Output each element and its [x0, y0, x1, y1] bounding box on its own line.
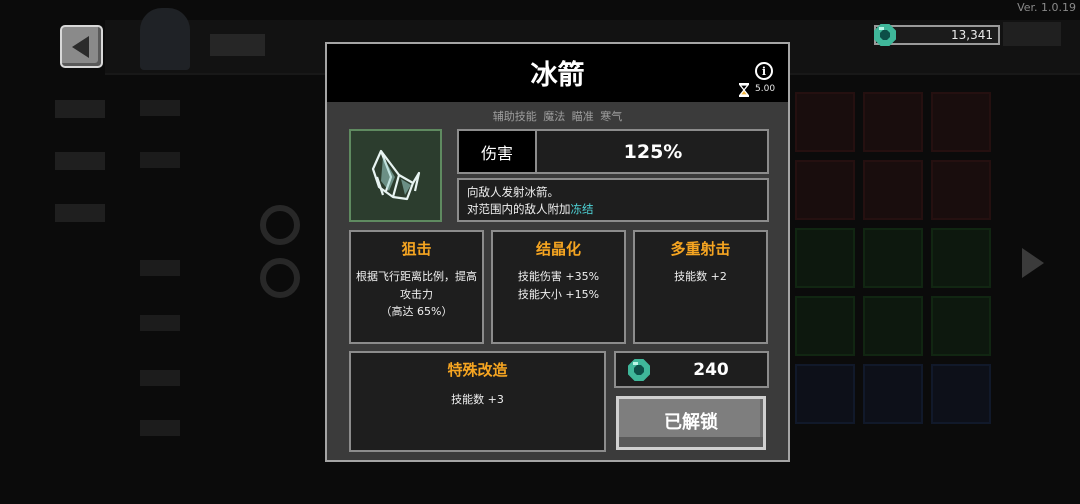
- modifier-card-multishot[interactable]: 多重射击 技能数 +2: [633, 230, 768, 344]
- unlocked-button[interactable]: 已解锁: [616, 396, 766, 450]
- skill-icon-frame: [349, 129, 442, 222]
- background-circle-icon: [260, 205, 300, 245]
- damage-value: 125%: [623, 140, 683, 163]
- background-stat: [140, 260, 180, 276]
- background-menu-item: [55, 100, 105, 118]
- modifier-description: 技能数 +2: [674, 270, 727, 283]
- damage-panel: 伤害 125%: [457, 129, 769, 174]
- modifier-title: 结晶化: [535, 240, 581, 258]
- background-skill-slot: [863, 364, 923, 424]
- background-skill-slot: [931, 296, 991, 356]
- background-skill-slot: [863, 228, 923, 288]
- modifier-description: 技能伤害 +35% 技能大小 +15%: [517, 270, 600, 301]
- background-skill-slot: [931, 160, 991, 220]
- freeze-keyword: 冻结: [570, 202, 594, 216]
- currency-amount: 13,341: [951, 28, 993, 42]
- background-skill-slot: [863, 160, 923, 220]
- skill-title: 冰箭: [530, 60, 585, 91]
- currency-display: 13,341: [874, 24, 1000, 46]
- back-button[interactable]: [60, 25, 103, 68]
- background-skill-slot: [795, 228, 855, 288]
- skill-detail-modal: 冰箭 i 5.00 辅助技能 魔法 瞄准 寒气 伤害 125% 向敌人发射冰箭。…: [325, 42, 790, 462]
- background-skill-slot: [795, 92, 855, 152]
- currency-bar-extension: [1003, 22, 1061, 46]
- background-skill-slot: [795, 364, 855, 424]
- modifier-card-crystallize[interactable]: 结晶化 技能伤害 +35% 技能大小 +15%: [491, 230, 626, 344]
- gem-icon: [874, 24, 896, 46]
- modifier-title: 狙击: [401, 240, 432, 258]
- background-stat: [140, 152, 180, 168]
- background-menu-item: [55, 204, 105, 222]
- background-next-arrow-icon: [1022, 248, 1044, 278]
- background-skill-slot: [863, 92, 923, 152]
- cooldown-value: 5.00: [755, 84, 776, 94]
- description-line-1: 向敌人发射冰箭。: [467, 185, 559, 199]
- version-label: Ver. 1.0.19: [1017, 1, 1076, 14]
- background-skill-slot: [931, 228, 991, 288]
- background-stat: [140, 370, 180, 386]
- background-skill-slot: [931, 364, 991, 424]
- special-description: 技能数 +3: [451, 393, 504, 406]
- modifier-description: 根据飞行距离比例，提高 攻击力 （高达 65%）: [356, 270, 477, 318]
- background-skill-slot: [795, 296, 855, 356]
- background-stat: [140, 315, 180, 331]
- background-skill-slot: [863, 296, 923, 356]
- description-line-2: 对范围内的敌人附加冻结: [467, 201, 767, 218]
- background-stat: [140, 100, 180, 116]
- special-title: 特殊改造: [447, 361, 508, 379]
- modifier-card-sniper[interactable]: 狙击 根据飞行距离比例，提高 攻击力 （高达 65%）: [349, 230, 484, 344]
- info-icon[interactable]: i: [755, 62, 773, 80]
- back-arrow-icon: [71, 35, 89, 58]
- description-line-2-text: 对范围内的敌人附加: [467, 202, 571, 216]
- gem-icon: [628, 359, 650, 381]
- background-circle-icon: [260, 258, 300, 298]
- background-menu-item: [55, 152, 105, 170]
- modifier-title: 多重射击: [670, 240, 731, 258]
- hourglass-icon: [739, 83, 749, 97]
- unlock-cost: 240: [614, 351, 769, 388]
- skill-description: 向敌人发射冰箭。 对范围内的敌人附加冻结: [457, 178, 769, 222]
- background-character-portrait: [140, 8, 190, 70]
- ice-arrow-icon: [371, 149, 421, 201]
- background-stat: [140, 420, 180, 436]
- background-title: [210, 34, 265, 56]
- background-skill-grid: [795, 92, 991, 424]
- damage-label: 伤害: [459, 131, 537, 172]
- cost-value: 240: [693, 359, 729, 380]
- skill-tags: 辅助技能 魔法 瞄准 寒气: [492, 110, 623, 123]
- background-skill-slot: [795, 160, 855, 220]
- special-modification-card[interactable]: 特殊改造 技能数 +3: [349, 351, 606, 452]
- modal-header: 冰箭 i 5.00: [327, 44, 788, 102]
- background-skill-slot: [931, 92, 991, 152]
